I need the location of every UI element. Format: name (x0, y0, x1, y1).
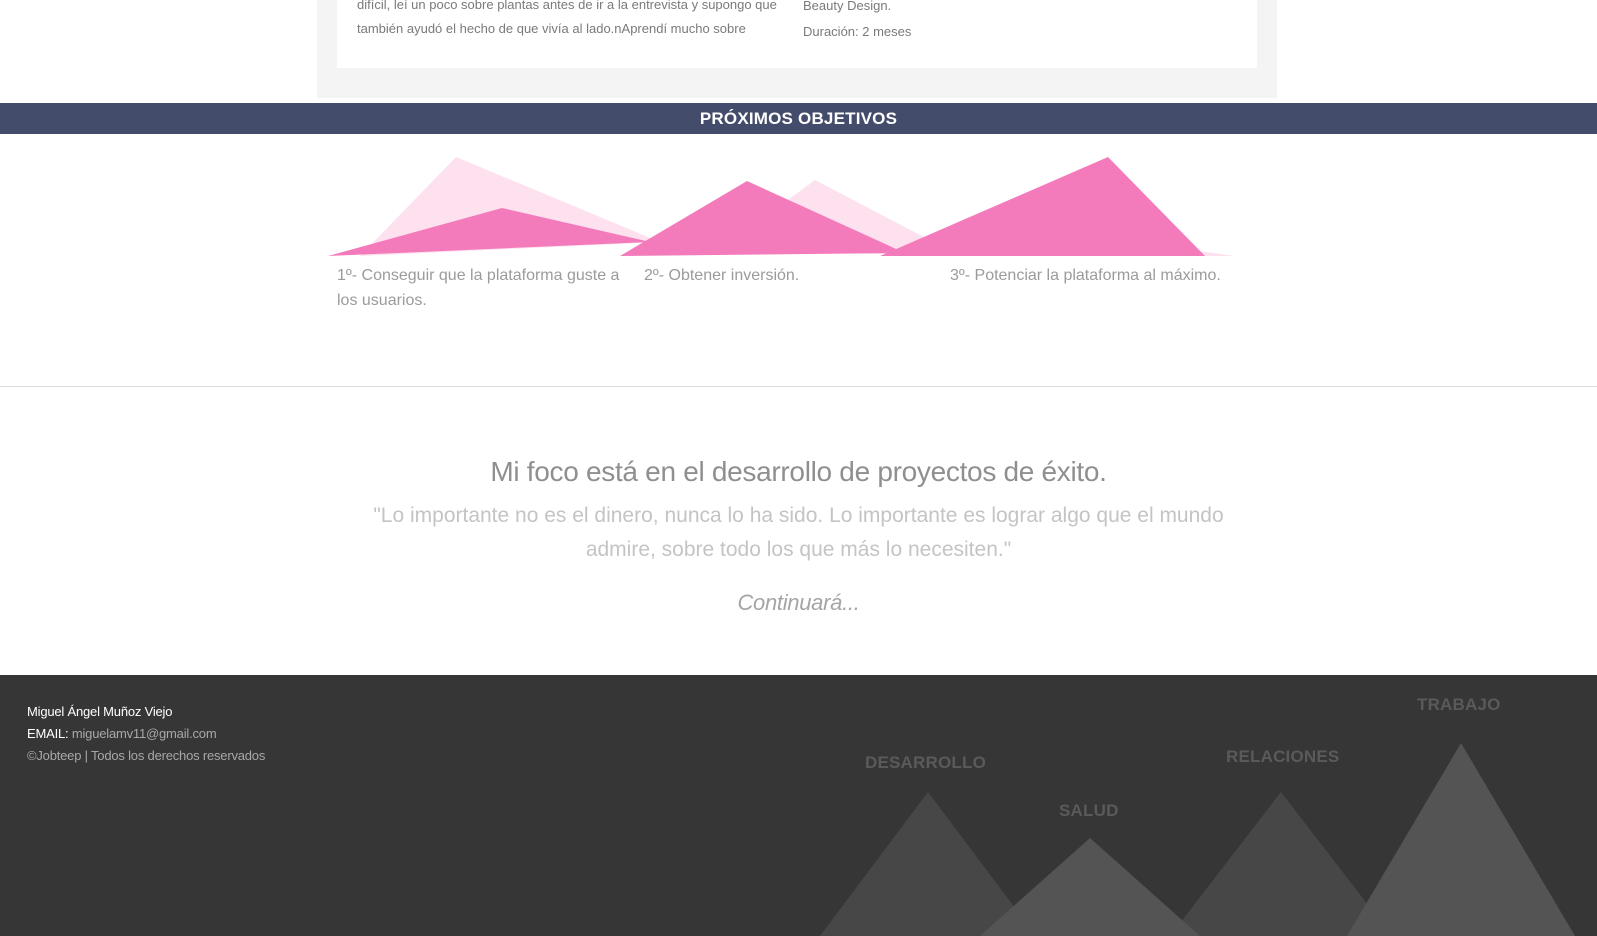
mountain-salud (980, 838, 1200, 936)
experience-details: Beauty Design. Duración: 2 meses (803, 0, 1103, 45)
experience-text-line-1: difícil, leí un poco sobre plantas antes… (357, 0, 777, 12)
experience-company: Beauty Design. (803, 0, 892, 13)
continue-text: Continuará... (737, 590, 860, 615)
footer-email-link[interactable]: miguelamv11@gmail.com (72, 726, 217, 741)
goal-2: 2º- Obtener inversión. (644, 267, 800, 284)
experience-description: difícil, leí un poco sobre plantas antes… (357, 0, 787, 41)
objectives-title: PRÓXIMOS OBJETIVOS (699, 109, 898, 128)
mountain-label-salud: SALUD (1059, 801, 1119, 820)
objectives-header: PRÓXIMOS OBJETIVOS (0, 103, 1597, 134)
mountain-label-desarrollo: DESARROLLO (865, 753, 986, 772)
focus-heading: Mi foco está en el desarrollo de proyect… (490, 456, 1107, 487)
mountain-relaciones (1170, 792, 1392, 936)
goal-1: 1º- Conseguir que la plataforma guste a … (337, 267, 620, 309)
experience-text-line-2: también ayudó el hecho de que vivía al l… (357, 21, 746, 36)
goal-3: 3º- Potenciar la plataforma al máximo. (950, 267, 1221, 284)
focus-quote: "Lo importante no es el dinero, nunca lo… (373, 504, 1224, 561)
footer-email-label: EMAIL: (27, 726, 69, 741)
mountain-label-trabajo: TRABAJO (1417, 695, 1501, 714)
mountain-label-relaciones: RELACIONES (1226, 747, 1340, 766)
footer-email-row: EMAIL: miguelamv11@gmail.com (27, 726, 217, 741)
mountain-desarrollo (820, 792, 1036, 936)
footer: Miguel Ángel Muñoz Viejo EMAIL: miguelam… (0, 675, 1597, 936)
experience-duration: Duración: 2 meses (803, 24, 912, 39)
mountain-trabajo (1347, 743, 1575, 936)
footer-copyright: ©Jobteep | Todos los derechos reservados (27, 748, 266, 763)
mountain-strong-1 (328, 208, 650, 256)
footer-name: Miguel Ángel Muñoz Viejo (27, 704, 173, 719)
objectives-mountains-graphic (328, 157, 1235, 256)
mountain-strong-3 (880, 157, 1205, 256)
section-divider (0, 386, 1597, 387)
